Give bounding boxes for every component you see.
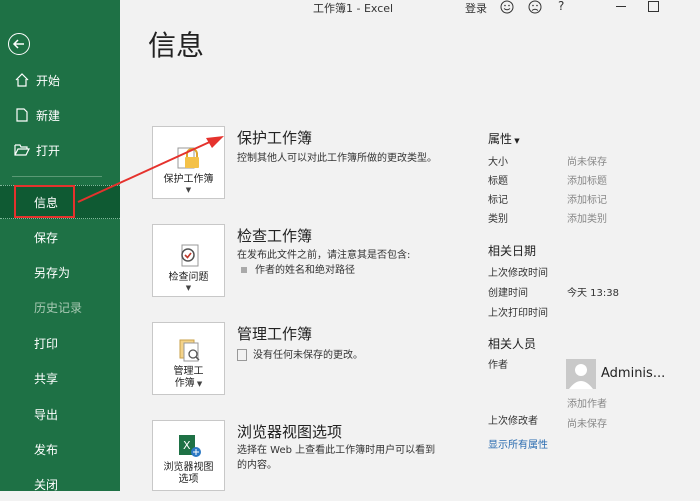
browser-view-options-button[interactable]: X 浏览器视图 选项 [152,420,225,491]
title-bar: 工作簿1 - Excel 登录 ? [120,0,700,16]
backstage-sidebar: 开始 新建 打开 信息 保存 另存为 历史记录 打印 共享 导出 发布 关闭 [0,0,120,492]
prop-size-key: 大小 [488,157,508,168]
lock-icon [175,144,203,172]
chevron-down-icon: ▼ [194,380,203,388]
chevron-down-icon: ▼ [185,186,192,194]
prop-size-value: 尚未保存 [567,157,607,168]
person-icon [569,364,593,389]
nav-new-label: 新建 [36,108,61,123]
manage-desc-row: 没有任何未保存的更改。 [237,348,437,363]
manage-tile-label-line2: 作簿 ▼ [174,378,203,389]
manage-desc: 没有任何未保存的更改。 [253,350,363,361]
inspect-document-icon [175,242,203,270]
protect-tile-label: 保护工作簿 [163,174,214,185]
minimize-button[interactable] [616,6,626,7]
prop-title-key: 标题 [488,176,508,187]
nav-share[interactable]: 共享 [0,361,120,395]
chevron-down-icon: ▼ [512,137,520,145]
prop-tags-key: 标记 [488,195,508,206]
date-printed-key: 上次打印时间 [488,308,548,319]
help-button[interactable]: ? [558,0,564,13]
nav-save-as[interactable]: 另存为 [0,255,120,289]
manage-workbook-icon [175,336,203,364]
protect-title: 保护工作簿 [237,129,313,147]
frown-feedback-icon[interactable] [528,0,542,17]
back-arrow-icon [12,39,24,49]
browser-tile-label-line1: 浏览器视图 [163,462,214,473]
author-name[interactable]: Adminis... [601,366,665,381]
page-title: 信息 [148,29,205,62]
protect-desc: 控制其他人可以对此工作簿所做的更改类型。 [237,153,437,164]
sign-in-link[interactable]: 登录 [465,0,487,16]
nav-history[interactable]: 历史记录 [0,290,120,324]
manage-tile-label-line1: 管理工 [173,366,204,377]
author-key: 作者 [488,360,508,371]
avatar [566,359,596,389]
inspect-desc: 在发布此文件之前，请注意其是否包含: [237,250,411,261]
manage-title: 管理工作簿 [237,325,313,343]
nav-open[interactable]: 打开 [0,133,120,167]
last-modified-by-key: 上次修改者 [488,416,538,427]
nav-export[interactable]: 导出 [0,397,120,431]
back-button[interactable] [8,33,30,55]
nav-save-as-label: 另存为 [34,265,71,280]
chevron-down-icon: ▼ [185,284,192,292]
properties-heading-label: 属性 [488,132,513,146]
window-title: 工作簿1 - Excel [313,2,394,15]
nav-history-label: 历史记录 [34,300,83,315]
bullet-icon [241,267,247,273]
inspect-title: 检查工作簿 [237,227,313,245]
properties-heading[interactable]: 属性 ▼ [488,130,520,147]
manage-workbook-button[interactable]: 管理工 作簿 ▼ [152,322,225,395]
inspect-bullet-item: 作者的姓名和绝对路径 [241,263,441,278]
home-icon [14,72,30,88]
nav-publish[interactable]: 发布 [0,432,120,466]
maximize-button[interactable] [648,1,659,12]
nav-print-label: 打印 [34,336,59,351]
inspect-bullet-text: 作者的姓名和绝对路径 [255,265,355,276]
show-all-properties-link[interactable]: 显示所有属性 [488,436,548,451]
date-created-value: 今天 13:38 [567,288,619,299]
annotation-highlight-box [14,185,75,218]
inspect-tile-label: 检查问题 [168,272,209,283]
related-dates-heading: 相关日期 [488,244,537,258]
document-icon [237,349,247,361]
nav-close[interactable]: 关闭 [0,467,120,501]
protect-workbook-button[interactable]: 保护工作簿 ▼ [152,126,225,199]
nav-open-label: 打开 [36,143,61,158]
prop-category-key: 类别 [488,214,508,225]
prop-tags-value[interactable]: 添加标记 [567,191,607,206]
check-issues-button[interactable]: 检查问题 ▼ [152,224,225,297]
nav-divider [12,176,102,177]
nav-publish-label: 发布 [34,442,59,457]
nav-export-label: 导出 [34,407,59,422]
date-created-key: 创建时间 [488,288,528,299]
nav-save-label: 保存 [34,230,59,245]
prop-category-value[interactable]: 添加类别 [567,210,607,225]
new-document-icon [14,107,30,123]
excel-globe-icon: X [175,432,203,460]
svg-text:X: X [183,439,191,452]
nav-home-label: 开始 [36,73,61,88]
nav-save[interactable]: 保存 [0,220,120,254]
nav-print[interactable]: 打印 [0,326,120,360]
browser-tile-label-line2: 选项 [178,474,199,485]
smile-feedback-icon[interactable] [500,0,514,17]
browser-title: 浏览器视图选项 [237,423,343,441]
prop-title-value[interactable]: 添加标题 [567,172,607,187]
related-people-heading: 相关人员 [488,337,537,351]
folder-open-icon [14,142,30,158]
nav-close-label: 关闭 [34,477,59,492]
add-author-link[interactable]: 添加作者 [567,395,607,410]
browser-desc: 选择在 Web 上查看此工作簿时用户可以看到的内容。 [237,445,436,471]
nav-share-label: 共享 [34,371,59,386]
last-modified-by-value: 尚未保存 [567,419,607,430]
nav-new[interactable]: 新建 [0,98,120,132]
nav-home[interactable]: 开始 [0,63,120,97]
date-modified-key: 上次修改时间 [488,268,548,279]
